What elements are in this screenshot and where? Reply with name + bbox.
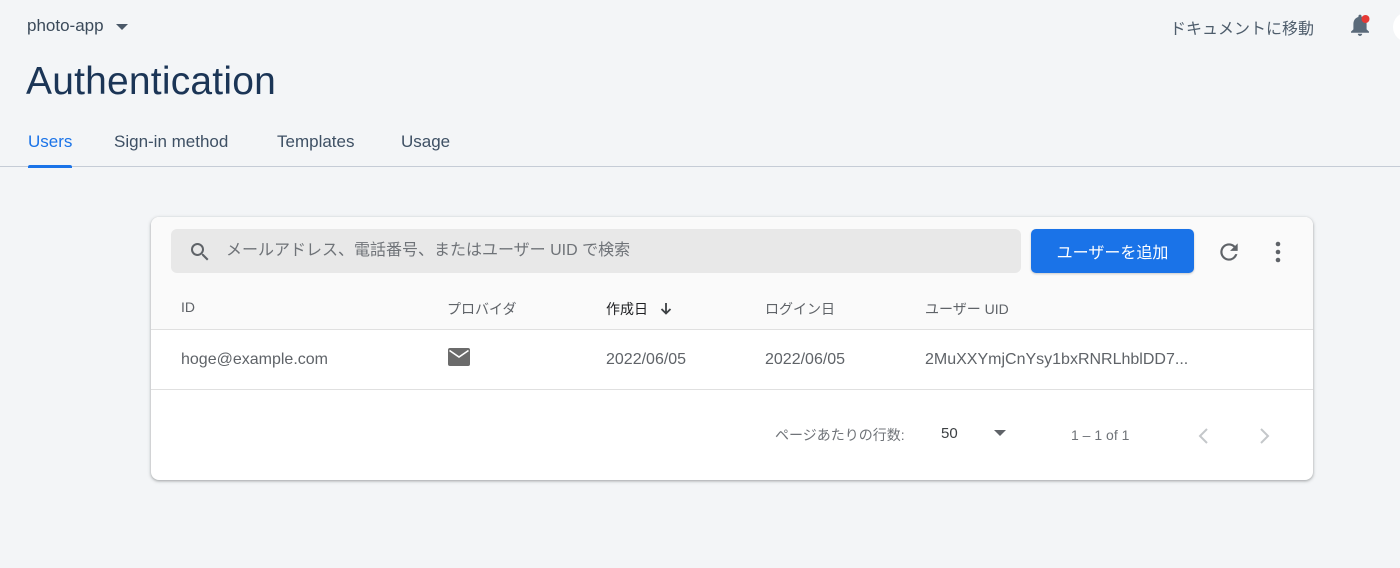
column-header-uid[interactable]: ユーザー UID <box>925 299 1009 319</box>
top-bar: photo-app ドキュメントに移動 <box>0 0 1400 52</box>
tab-usage[interactable]: Usage <box>401 132 450 167</box>
search-bar <box>171 229 1021 273</box>
column-header-signed-in[interactable]: ログイン日 <box>765 299 835 319</box>
project-selector[interactable]: photo-app <box>27 16 128 36</box>
rows-per-page-label: ページあたりの行数: <box>775 427 905 443</box>
tab-users[interactable]: Users <box>28 132 73 168</box>
chevron-left-icon[interactable] <box>1194 425 1214 447</box>
tab-sign-in-method[interactable]: Sign-in method <box>114 132 228 167</box>
column-header-id[interactable]: ID <box>181 299 195 315</box>
rows-per-page-value: 50 <box>941 424 958 442</box>
more-vert-icon[interactable] <box>1268 239 1288 265</box>
column-header-label: ユーザー UID <box>925 301 1009 317</box>
column-header-provider[interactable]: プロバイダ <box>447 299 516 319</box>
email-icon <box>448 348 470 366</box>
refresh-icon[interactable] <box>1216 239 1242 265</box>
page-title: Authentication <box>26 60 276 103</box>
search-icon <box>191 243 209 261</box>
column-header-label: プロバイダ <box>447 301 517 317</box>
column-header-label: ID <box>181 299 195 315</box>
tab-bar: Users Sign-in method Templates Usage <box>0 120 1400 168</box>
cell-id: hoge@example.com <box>181 351 328 368</box>
table-row[interactable]: hoge@example.com 2022/06/05 2022/06/05 2… <box>151 330 1313 390</box>
column-header-created[interactable]: 作成日 <box>606 299 674 319</box>
table-footer: ページあたりの行数: 50 1 – 1 of 1 <box>151 391 1313 480</box>
users-card: ユーザーを追加 ID プロバイダ 作成日 ログイン日 ユーザー UID h <box>151 217 1313 480</box>
tab-templates[interactable]: Templates <box>277 132 354 167</box>
card-header: ユーザーを追加 ID プロバイダ 作成日 ログイン日 ユーザー UID <box>151 217 1313 330</box>
column-header-label: 作成日 <box>606 301 648 317</box>
project-name: photo-app <box>27 16 104 35</box>
notification-dot <box>1361 15 1370 23</box>
avatar[interactable] <box>1393 12 1400 42</box>
rows-per-page-select[interactable]: 50 <box>941 417 1011 449</box>
cell-signed-in: 2022/06/05 <box>765 351 846 368</box>
column-header-label: ログイン日 <box>765 301 835 317</box>
search-input[interactable] <box>226 229 1006 273</box>
docs-link[interactable]: ドキュメントに移動 <box>1170 15 1314 39</box>
notification-bell-icon[interactable] <box>1349 14 1371 38</box>
caret-down-icon <box>994 430 1006 436</box>
cell-uid: 2MuXXYmjCnYsy1bxRNRLhblDD7... <box>925 351 1189 368</box>
pagination-range: 1 – 1 of 1 <box>1071 427 1130 443</box>
add-user-button[interactable]: ユーザーを追加 <box>1031 229 1194 273</box>
cell-created: 2022/06/05 <box>606 351 687 368</box>
arrow-down-icon <box>660 303 672 315</box>
caret-down-icon <box>115 24 128 30</box>
chevron-right-icon[interactable] <box>1254 425 1274 447</box>
